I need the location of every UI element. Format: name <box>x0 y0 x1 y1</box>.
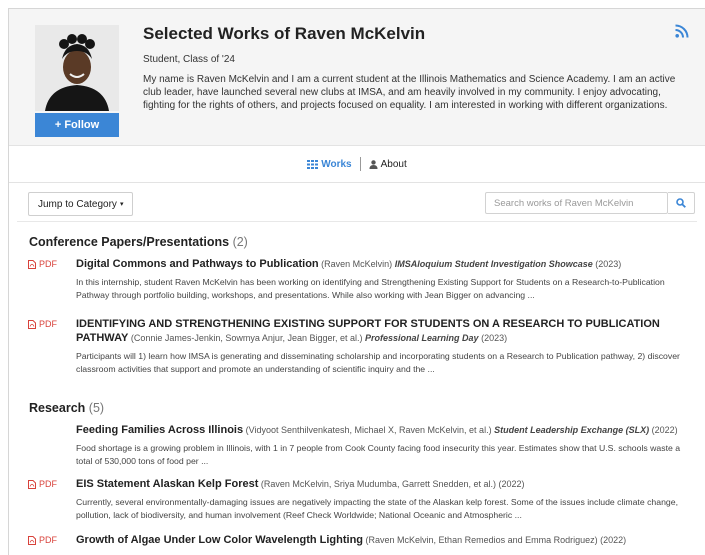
pdf-label: PDF <box>39 259 57 269</box>
tab-about-label: About <box>380 158 407 170</box>
pdf-label: PDF <box>39 319 57 329</box>
work-year: (2022) <box>600 535 627 545</box>
pdf-link[interactable]: PDF <box>28 259 57 269</box>
work-item: PDF Digital Commons and Pathways to Publ… <box>9 257 705 301</box>
search-input[interactable] <box>485 192 668 214</box>
pdf-label: PDF <box>39 479 57 489</box>
work-citation: Feeding Families Across Illinois (Vidyoo… <box>76 423 691 437</box>
pdf-link[interactable]: PDF <box>28 479 57 489</box>
pdf-icon <box>28 259 36 269</box>
work-description: Participants will 1) learn how IMSA is g… <box>76 351 680 374</box>
tab-about[interactable]: About <box>361 159 415 170</box>
tab-works-label: Works <box>321 158 352 170</box>
jump-label: Jump to Category <box>38 198 117 210</box>
work-year: (2023) <box>481 333 508 343</box>
work-year: (2023) <box>595 259 622 269</box>
work-citation: IDENTIFYING AND STRENGTHENING EXISTING S… <box>76 317 691 345</box>
work-authors: (Raven McKelvin) <box>321 259 393 269</box>
work-description: Food shortage is a growing problem in Il… <box>76 443 681 466</box>
work-description: In this internship, student Raven McKelv… <box>76 277 665 300</box>
work-citation: EIS Statement Alaskan Kelp Forest (Raven… <box>76 477 691 491</box>
work-venue: Student Leadership Exchange (SLX) <box>494 425 650 435</box>
section-title-research: Research (5) <box>9 401 705 415</box>
person-icon <box>369 159 378 169</box>
work-title-link[interactable]: Growth of Algae Under Low Color Waveleng… <box>76 534 363 546</box>
work-citation: Digital Commons and Pathways to Publicat… <box>76 257 691 271</box>
avatar <box>35 25 119 111</box>
work-item: PDF IDENTIFYING AND STRENGTHENING EXISTI… <box>9 317 705 375</box>
work-venue: IMSAloquium Student Investigation Showca… <box>394 259 593 269</box>
work-venue: Professional Learning Day <box>365 333 479 343</box>
work-title-link[interactable]: EIS Statement Alaskan Kelp Forest <box>76 478 258 490</box>
grid-icon <box>307 159 319 169</box>
toolbar-divider <box>17 221 697 222</box>
profile-page: + Follow Selected Works of Raven McKelvi… <box>8 8 705 555</box>
section-name: Conference Papers/Presentations <box>29 235 230 249</box>
work-authors: (Connie James-Jenkin, Sowmya Anjur, Jean… <box>130 333 363 343</box>
pdf-link[interactable]: PDF <box>28 535 57 545</box>
work-authors: (Raven McKelvin, Ethan Remedios and Emma… <box>365 535 598 545</box>
work-authors: (Raven McKelvin, Sriya Mudumba, Garrett … <box>260 479 496 489</box>
pdf-link[interactable]: PDF <box>28 319 57 329</box>
tab-works[interactable]: Works <box>299 159 359 170</box>
pdf-icon <box>28 319 36 329</box>
section-title-conference: Conference Papers/Presentations (2) <box>9 235 705 249</box>
work-item: PDF EIS Statement Alaskan Kelp Forest (R… <box>9 477 705 521</box>
jump-to-category-dropdown[interactable]: Jump to Category ▾ <box>28 192 134 216</box>
follow-button[interactable]: + Follow <box>35 113 119 137</box>
profile-header: + Follow Selected Works of Raven McKelvi… <box>9 9 705 146</box>
work-title-link[interactable]: Feeding Families Across Illinois <box>76 424 243 436</box>
chevron-down-icon: ▾ <box>119 201 124 208</box>
pdf-icon <box>28 479 36 489</box>
section-name: Research <box>29 401 86 415</box>
profile-tabs: Works About <box>9 146 705 183</box>
works-toolbar: Jump to Category ▾ <box>9 183 705 221</box>
section-count: (5) <box>88 401 105 415</box>
page-title: Selected Works of Raven McKelvin <box>143 24 426 43</box>
pdf-label: PDF <box>39 535 57 545</box>
avatar-photo <box>35 25 119 111</box>
work-year: (2022) <box>651 425 678 435</box>
work-title-link[interactable]: Digital Commons and Pathways to Publicat… <box>76 258 319 270</box>
work-year: (2022) <box>498 479 525 489</box>
search-icon <box>676 198 686 208</box>
work-item: Feeding Families Across Illinois (Vidyoo… <box>9 423 705 467</box>
rss-icon[interactable] <box>675 24 689 38</box>
section-count: (2) <box>232 235 248 249</box>
pdf-icon <box>28 535 36 545</box>
profile-bio: My name is Raven McKelvin and I am a cur… <box>143 74 676 111</box>
work-item: PDF Growth of Algae Under Low Color Wave… <box>9 533 705 547</box>
work-description: Currently, several environmentally-damag… <box>76 497 679 520</box>
search-button[interactable] <box>668 192 695 214</box>
work-citation: Growth of Algae Under Low Color Waveleng… <box>76 533 691 547</box>
profile-subtitle: Student, Class of '24 <box>143 54 235 65</box>
work-authors: (Vidyoot Senthilvenkatesh, Michael X, Ra… <box>245 425 492 435</box>
